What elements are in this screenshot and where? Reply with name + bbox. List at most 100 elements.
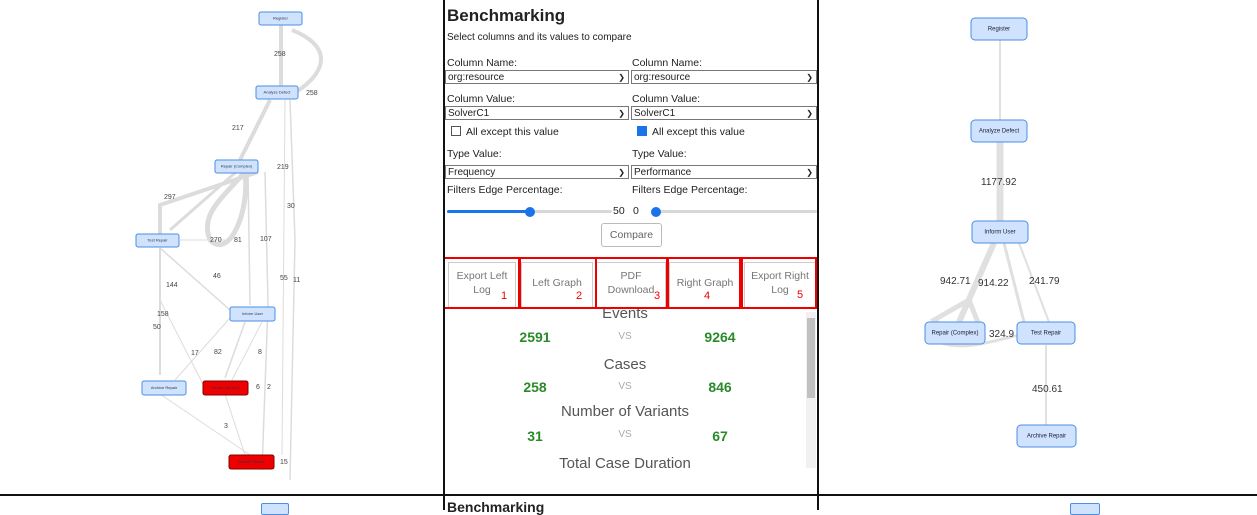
right-column-value-value: SolverC1	[634, 108, 676, 119]
left-type-label: Type Value:	[447, 148, 502, 160]
annotation-number: 2	[576, 290, 583, 302]
right-type-value: Performance	[634, 167, 692, 178]
right-process-graph[interactable]: Register Analyze Defect Inform User Repa…	[819, 0, 1257, 494]
right-slider-track[interactable]	[651, 210, 817, 213]
chevron-down-icon: ❯	[806, 109, 813, 118]
stats-scrollbar[interactable]	[806, 312, 816, 468]
right-node-label: Archive Repair	[1027, 434, 1066, 440]
left-node-label: Test Repair	[147, 238, 168, 243]
left-edge-label: 15	[280, 459, 288, 466]
left-column-value-label: Column Value:	[447, 93, 516, 105]
next-panel-title: Benchmarking	[447, 499, 545, 515]
button-label-line: Left Graph	[532, 277, 582, 289]
stat-variants-right: 67	[712, 428, 728, 444]
button-label-line: PDF	[620, 270, 642, 282]
stat-vs: VS	[618, 331, 632, 342]
left-slider-thumb[interactable]	[524, 207, 535, 217]
left-filters-label: Filters Edge Percentage:	[447, 184, 563, 196]
stat-events-left: 2591	[519, 329, 551, 345]
compare-button[interactable]: Compare	[601, 223, 662, 247]
right-type-label: Type Value:	[632, 148, 687, 160]
stat-cases-right: 846	[708, 379, 732, 395]
left-edge-label: 144	[166, 282, 178, 289]
left-node-label: Repair (Simple)	[212, 385, 240, 390]
right-all-except-label: All except this value	[652, 126, 745, 138]
right-node-label: Analyze Defect	[979, 129, 1020, 135]
right-edge-label: 324.9	[989, 329, 1014, 340]
left-process-graph[interactable]: Register Analyze Defect Repair (Complex)…	[0, 0, 444, 494]
right-slider-thumb[interactable]	[651, 207, 661, 217]
checkbox-checked-icon[interactable]	[637, 126, 647, 136]
button-label-line: Export Left	[456, 270, 508, 282]
left-edge-labels: 258 258 217 219 30 297 270 81 107 46 55 …	[153, 51, 318, 466]
chevron-down-icon: ❯	[618, 73, 625, 82]
left-column-name-value: org:resource	[448, 72, 505, 83]
left-edge-label: 258	[306, 90, 318, 97]
left-node-label: Register	[273, 16, 289, 21]
stat-vs: VS	[618, 381, 632, 392]
right-column-name-select[interactable]: org:resource ❯	[631, 70, 817, 84]
annotation-number: 3	[654, 290, 661, 302]
left-node-label: Restart Repair	[239, 459, 265, 464]
right-edge-label: 241.79	[1029, 276, 1060, 287]
left-type-select[interactable]: Frequency ❯	[445, 165, 629, 179]
left-edge-label: 258	[274, 51, 286, 58]
annotation-number: 4	[704, 290, 711, 302]
left-edge-label: 219	[277, 164, 289, 171]
left-node-label: Inform User	[242, 311, 264, 316]
right-slider-value: 0	[633, 205, 639, 217]
right-node-label: Test Repair	[1031, 331, 1061, 337]
left-edge-label: 107	[260, 236, 272, 243]
left-edge-label: 2	[267, 384, 271, 391]
stat-heading-duration: Total Case Duration	[559, 455, 691, 472]
left-edge-label: 11	[293, 277, 300, 284]
page-title: Benchmarking	[447, 6, 566, 25]
left-edge-label: 50	[153, 324, 161, 331]
right-node-label: Inform User	[984, 230, 1015, 236]
chevron-down-icon: ❯	[618, 109, 625, 118]
right-column-value-label: Column Value:	[632, 93, 701, 105]
right-filters-label: Filters Edge Percentage:	[632, 184, 748, 196]
right-all-except-checkbox[interactable]: All except this value	[637, 126, 745, 138]
right-node-label: Register	[988, 27, 1010, 33]
left-edge-label: 55	[280, 275, 288, 282]
left-edge-label: 217	[232, 125, 244, 132]
scrollbar-thumb[interactable]	[807, 318, 815, 398]
left-edge-label: 297	[164, 194, 176, 201]
right-column-name-value: org:resource	[634, 72, 691, 83]
right-edge-label: 1177.92	[981, 177, 1017, 188]
stat-vs: VS	[618, 429, 632, 440]
export-right-log-button[interactable]: Export Right Log	[744, 262, 816, 308]
left-graph-pane[interactable]: Register Analyze Defect Repair (Complex)…	[0, 0, 444, 494]
checkbox-unchecked-icon[interactable]	[451, 126, 461, 136]
button-label-line: Right Graph	[676, 277, 734, 289]
left-column-name-label: Column Name:	[447, 57, 518, 69]
right-graph-pane[interactable]: Register Analyze Defect Inform User Repa…	[819, 0, 1257, 494]
left-graph-button[interactable]: Left Graph	[521, 262, 593, 308]
benchmarking-panel: Benchmarking Select columns and its valu…	[445, 0, 818, 494]
left-edge-label: 8	[258, 349, 262, 356]
left-all-except-label: All except this value	[466, 126, 559, 138]
stat-heading-variants: Number of Variants	[560, 403, 690, 420]
left-edge-label: 270	[210, 237, 222, 244]
next-left-node	[261, 503, 289, 515]
left-column-value-value: SolverC1	[448, 108, 490, 119]
stat-events-right: 9264	[704, 329, 736, 345]
row-divider	[0, 494, 1257, 496]
chevron-down-icon: ❯	[806, 168, 813, 177]
left-edge-label: 82	[214, 349, 222, 356]
right-column-value-select[interactable]: SolverC1 ❯	[631, 106, 817, 120]
left-all-except-checkbox[interactable]: All except this value	[451, 126, 559, 138]
right-edge-label: 450.61	[1032, 384, 1063, 395]
left-node-label: Analyze Defect	[264, 90, 292, 95]
stat-heading-events: Events	[602, 305, 648, 322]
right-edge-label: 942.71	[940, 276, 971, 287]
left-column-value-select[interactable]: SolverC1 ❯	[445, 106, 629, 120]
left-slider-fill	[447, 210, 530, 213]
chevron-down-icon: ❯	[806, 73, 813, 82]
left-edge-label: 30	[287, 203, 295, 210]
right-type-select[interactable]: Performance ❯	[631, 165, 817, 179]
left-column-name-select[interactable]: org:resource ❯	[445, 70, 629, 84]
stat-cases-left: 258	[523, 379, 547, 395]
annotation-number: 1	[501, 290, 508, 302]
